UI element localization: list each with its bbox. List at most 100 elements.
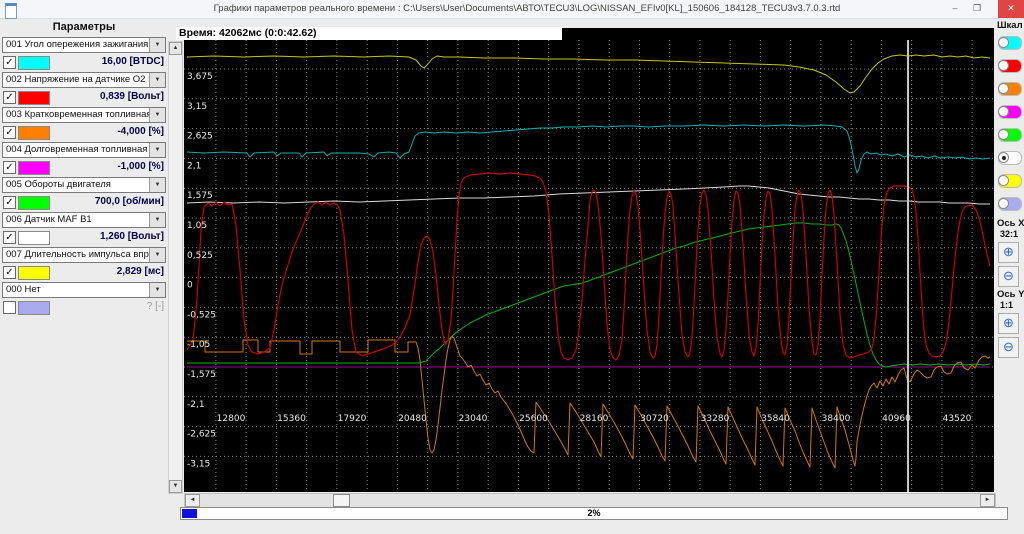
scroll-up-icon[interactable]: ▲ [169, 42, 182, 55]
y-axis-tick: 3,15 [187, 102, 207, 112]
param-color-swatch[interactable] [18, 91, 50, 105]
scale-radio[interactable] [998, 106, 1009, 117]
x-axis-tick: 43520 [943, 414, 972, 424]
y-axis-tick: 1,05 [187, 221, 207, 231]
param-value: 1,260 [Вольт] [99, 231, 164, 242]
param-value-row: ✓ 700,0 [об/мин] [2, 195, 166, 210]
param-color-swatch[interactable] [18, 231, 50, 245]
scale-radio[interactable] [998, 198, 1009, 209]
scale-row [996, 195, 1024, 218]
chart-vertical-scrollbar[interactable]: ▲ ▼ [168, 41, 183, 494]
chevron-down-icon[interactable]: ▼ [149, 283, 165, 297]
param-color-swatch[interactable] [18, 126, 50, 140]
y-axis-tick: -1,05 [187, 340, 210, 350]
zoom-out-button[interactable]: ⊖ [998, 337, 1019, 358]
x-axis-tick: 20480 [398, 414, 427, 424]
param-checkbox-007[interactable]: ✓ [3, 266, 16, 279]
scale-radio[interactable] [998, 60, 1009, 71]
param-select-004[interactable]: 004 Долговременная топливная кор▼ [2, 142, 166, 158]
scrollbar-thumb[interactable] [333, 494, 350, 507]
param-checkbox-004[interactable]: ✓ [3, 161, 16, 174]
close-button[interactable]: ✕ [998, 0, 1024, 18]
param-value-row: ? [-] [2, 300, 166, 315]
trace-injector-pulse-width [186, 54, 991, 94]
chevron-down-icon[interactable]: ▼ [149, 38, 165, 52]
scales-header: Шкал [997, 20, 1023, 31]
scroll-down-icon[interactable]: ▼ [169, 480, 182, 493]
minimize-button[interactable]: – [946, 0, 964, 18]
param-select-005[interactable]: 005 Обороты двигателя ▼ [2, 177, 166, 193]
scale-radio[interactable] [998, 83, 1009, 94]
param-value: 700,0 [об/мин] [94, 196, 164, 207]
param-select-label: 001 Угол опережения зажигания [6, 39, 149, 50]
scale-row [996, 34, 1024, 57]
zoom-in-button[interactable]: ⊕ [998, 242, 1019, 263]
scroll-left-icon[interactable]: ◄ [185, 494, 200, 507]
param-select-000[interactable]: 000 Нет ▼ [2, 282, 166, 298]
x-axis-tick: 30720 [640, 414, 669, 424]
chart-canvas[interactable]: 3,675 3,15 2,625 2,1 1,575 1,05 0,525 0 -0,525 -1… [184, 40, 994, 492]
chevron-down-icon[interactable]: ▼ [149, 248, 165, 262]
scale-row [996, 149, 1024, 172]
chevron-down-icon[interactable]: ▼ [149, 73, 165, 87]
param-select-003[interactable]: 003 Кратковременная топливная ко ▼ [2, 107, 166, 123]
x-axis-tick: 33280 [701, 414, 730, 424]
chevron-down-icon[interactable]: ▼ [149, 213, 165, 227]
param-checkbox-002[interactable]: ✓ [3, 91, 16, 104]
param-select-007[interactable]: 007 Длительность импульса впрыск ▼ [2, 247, 166, 263]
x-axis-tick: 40960 [882, 414, 911, 424]
param-value-row: ✓ 0,839 [Вольт] [2, 90, 166, 105]
y-axis-tick: 0 [187, 281, 193, 291]
scale-radio[interactable] [998, 37, 1009, 48]
param-value: 16,00 [BTDC] [101, 56, 164, 67]
x-axis-tick: 12800 [217, 414, 246, 424]
param-value: 0,839 [Вольт] [99, 91, 164, 102]
parameters-header: Параметры [52, 21, 116, 33]
zoom-out-button[interactable]: ⊖ [998, 266, 1019, 287]
param-select-001[interactable]: 001 Угол опережения зажигания ▼ [2, 37, 166, 53]
y-axis-tick: -2,1 [187, 400, 205, 410]
param-color-swatch[interactable] [18, 196, 50, 210]
window-title: Графики параметров реального времени : C… [213, 3, 841, 14]
parameters-panel: Параметры 001 Угол опережения зажигания ▼… [2, 19, 166, 317]
scale-radio[interactable] [998, 129, 1009, 140]
chart-horizontal-scrollbar[interactable]: ◄ ► [184, 493, 996, 508]
y-axis-tick: -2,625 [187, 430, 216, 440]
param-color-swatch[interactable] [18, 161, 50, 175]
param-select-002[interactable]: 002 Напряжение на датчике O2 B1 S▼ [2, 72, 166, 88]
axis-label: Ось Y [997, 289, 1024, 300]
playback-progress-bar[interactable]: 2% [180, 507, 1008, 520]
param-value-row: ✓ -4,000 [%] [2, 125, 166, 140]
param-checkbox-000[interactable] [3, 301, 16, 314]
scales-list [996, 34, 1024, 218]
trace-ignition-advance [186, 124, 991, 174]
param-color-swatch[interactable] [18, 56, 50, 70]
chevron-down-icon[interactable]: ▼ [149, 108, 165, 122]
chevron-down-icon[interactable]: ▼ [149, 178, 165, 192]
axis-ratio: 1:1 [1000, 300, 1014, 310]
trace-engine-rpm [187, 222, 991, 368]
scale-radio[interactable] [998, 152, 1009, 163]
param-value-row: ✓ 2,829 [мс] [2, 265, 166, 280]
param-color-swatch[interactable] [18, 266, 50, 280]
param-checkbox-005[interactable]: ✓ [3, 196, 16, 209]
trace-o2-sensor-voltage [186, 172, 991, 361]
scale-row [996, 126, 1024, 149]
param-select-label: 002 Напряжение на датчике O2 B1 S [6, 74, 149, 85]
param-checkbox-003[interactable]: ✓ [3, 126, 16, 139]
param-value: 2,829 [мс] [116, 266, 164, 277]
param-checkbox-001[interactable]: ✓ [3, 56, 16, 69]
y-axis-tick: -1,575 [187, 370, 216, 380]
chevron-down-icon[interactable]: ▼ [149, 143, 165, 157]
maximize-button[interactable]: ❐ [968, 0, 986, 18]
chart-area[interactable]: 3,675 3,15 2,625 2,1 1,575 1,05 0,525 0 -0,525 -1… [184, 28, 994, 492]
zoom-in-button[interactable]: ⊕ [998, 313, 1019, 334]
param-select-006[interactable]: 006 Датчик MAF B1 ▼ [2, 212, 166, 228]
param-checkbox-006[interactable]: ✓ [3, 231, 16, 244]
scroll-right-icon[interactable]: ► [980, 494, 995, 507]
y-axis-tick: 1,575 [187, 191, 213, 201]
param-color-swatch[interactable] [18, 301, 50, 315]
scales-panel: Шкал Ось X 32:1 ⊕ ⊖ Ось Y 1:1 ⊕ ⊖ [996, 19, 1024, 534]
param-select-label: 003 Кратковременная топливная ко [6, 109, 149, 120]
scale-radio[interactable] [998, 175, 1009, 186]
